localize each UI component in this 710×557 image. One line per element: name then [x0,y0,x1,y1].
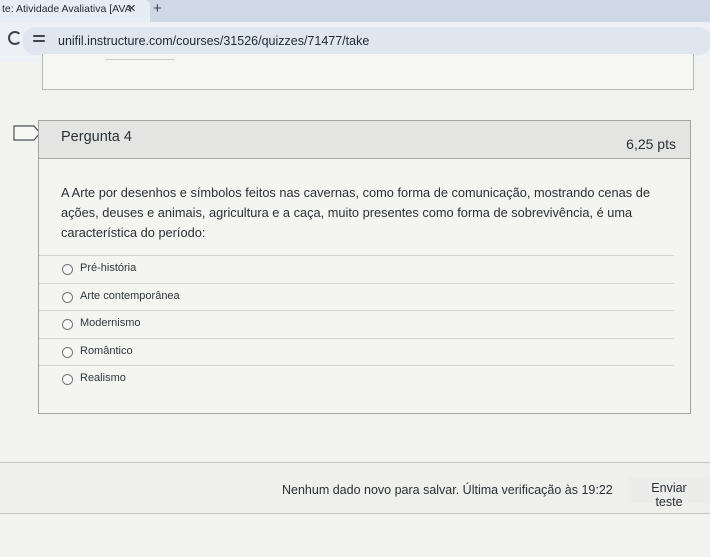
url-text: unifil.instructure.com/courses/31526/qui… [58,34,370,48]
scroll-remnant [105,55,175,60]
question-title: Pergunta 4 [61,129,132,145]
previous-question-box [42,54,694,90]
answer-label[interactable]: Romântico [80,345,133,357]
answer-label[interactable]: Modernismo [80,317,141,329]
radio-button[interactable] [62,346,73,358]
answer-list: Pré-história Arte contemporânea Modernis… [39,255,690,393]
radio-button[interactable] [62,291,73,303]
answer-label[interactable]: Realismo [80,372,126,384]
quiz-footer: Nenhum dado novo para salvar. Última ver… [0,462,710,514]
close-tab-icon[interactable]: ✕ [127,2,136,15]
site-settings-icon[interactable] [33,35,45,46]
tab-bar: te: Atividade Avaliativa [AVA ✕ + [0,0,710,22]
answer-option[interactable]: Modernismo [39,310,674,338]
radio-button[interactable] [62,264,73,275]
question-text: A Arte por desenhos e símbolos feitos na… [61,185,650,240]
tab-title: te: Atividade Avaliativa [AVA [2,3,132,15]
answer-option[interactable]: Romântico [39,337,674,366]
save-status-text: Nenhum dado novo para salvar. Última ver… [282,483,613,497]
question-panel: Pergunta 4 6,25 pts A Arte por desenhos … [38,120,691,414]
answer-option[interactable]: Arte contemporânea [39,282,674,311]
answer-option[interactable]: Realismo [39,365,674,393]
radio-button[interactable] [62,374,73,385]
new-tab-button[interactable]: + [153,0,162,17]
question-header: Pergunta 4 6,25 pts [39,121,690,159]
question-points: 6,25 pts [626,136,676,152]
flag-question-icon[interactable] [13,125,41,141]
answer-option[interactable]: Pré-história [39,255,674,283]
radio-button[interactable] [62,319,73,330]
submit-quiz-button[interactable]: Enviar teste [628,477,710,509]
url-field[interactable]: unifil.instructure.com/courses/31526/qui… [22,27,710,55]
reload-icon[interactable] [8,31,22,45]
answer-label[interactable]: Pré-história [80,262,136,274]
answer-label[interactable]: Arte contemporânea [80,290,180,302]
browser-tab[interactable]: te: Atividade Avaliativa [AVA ✕ [0,0,150,22]
